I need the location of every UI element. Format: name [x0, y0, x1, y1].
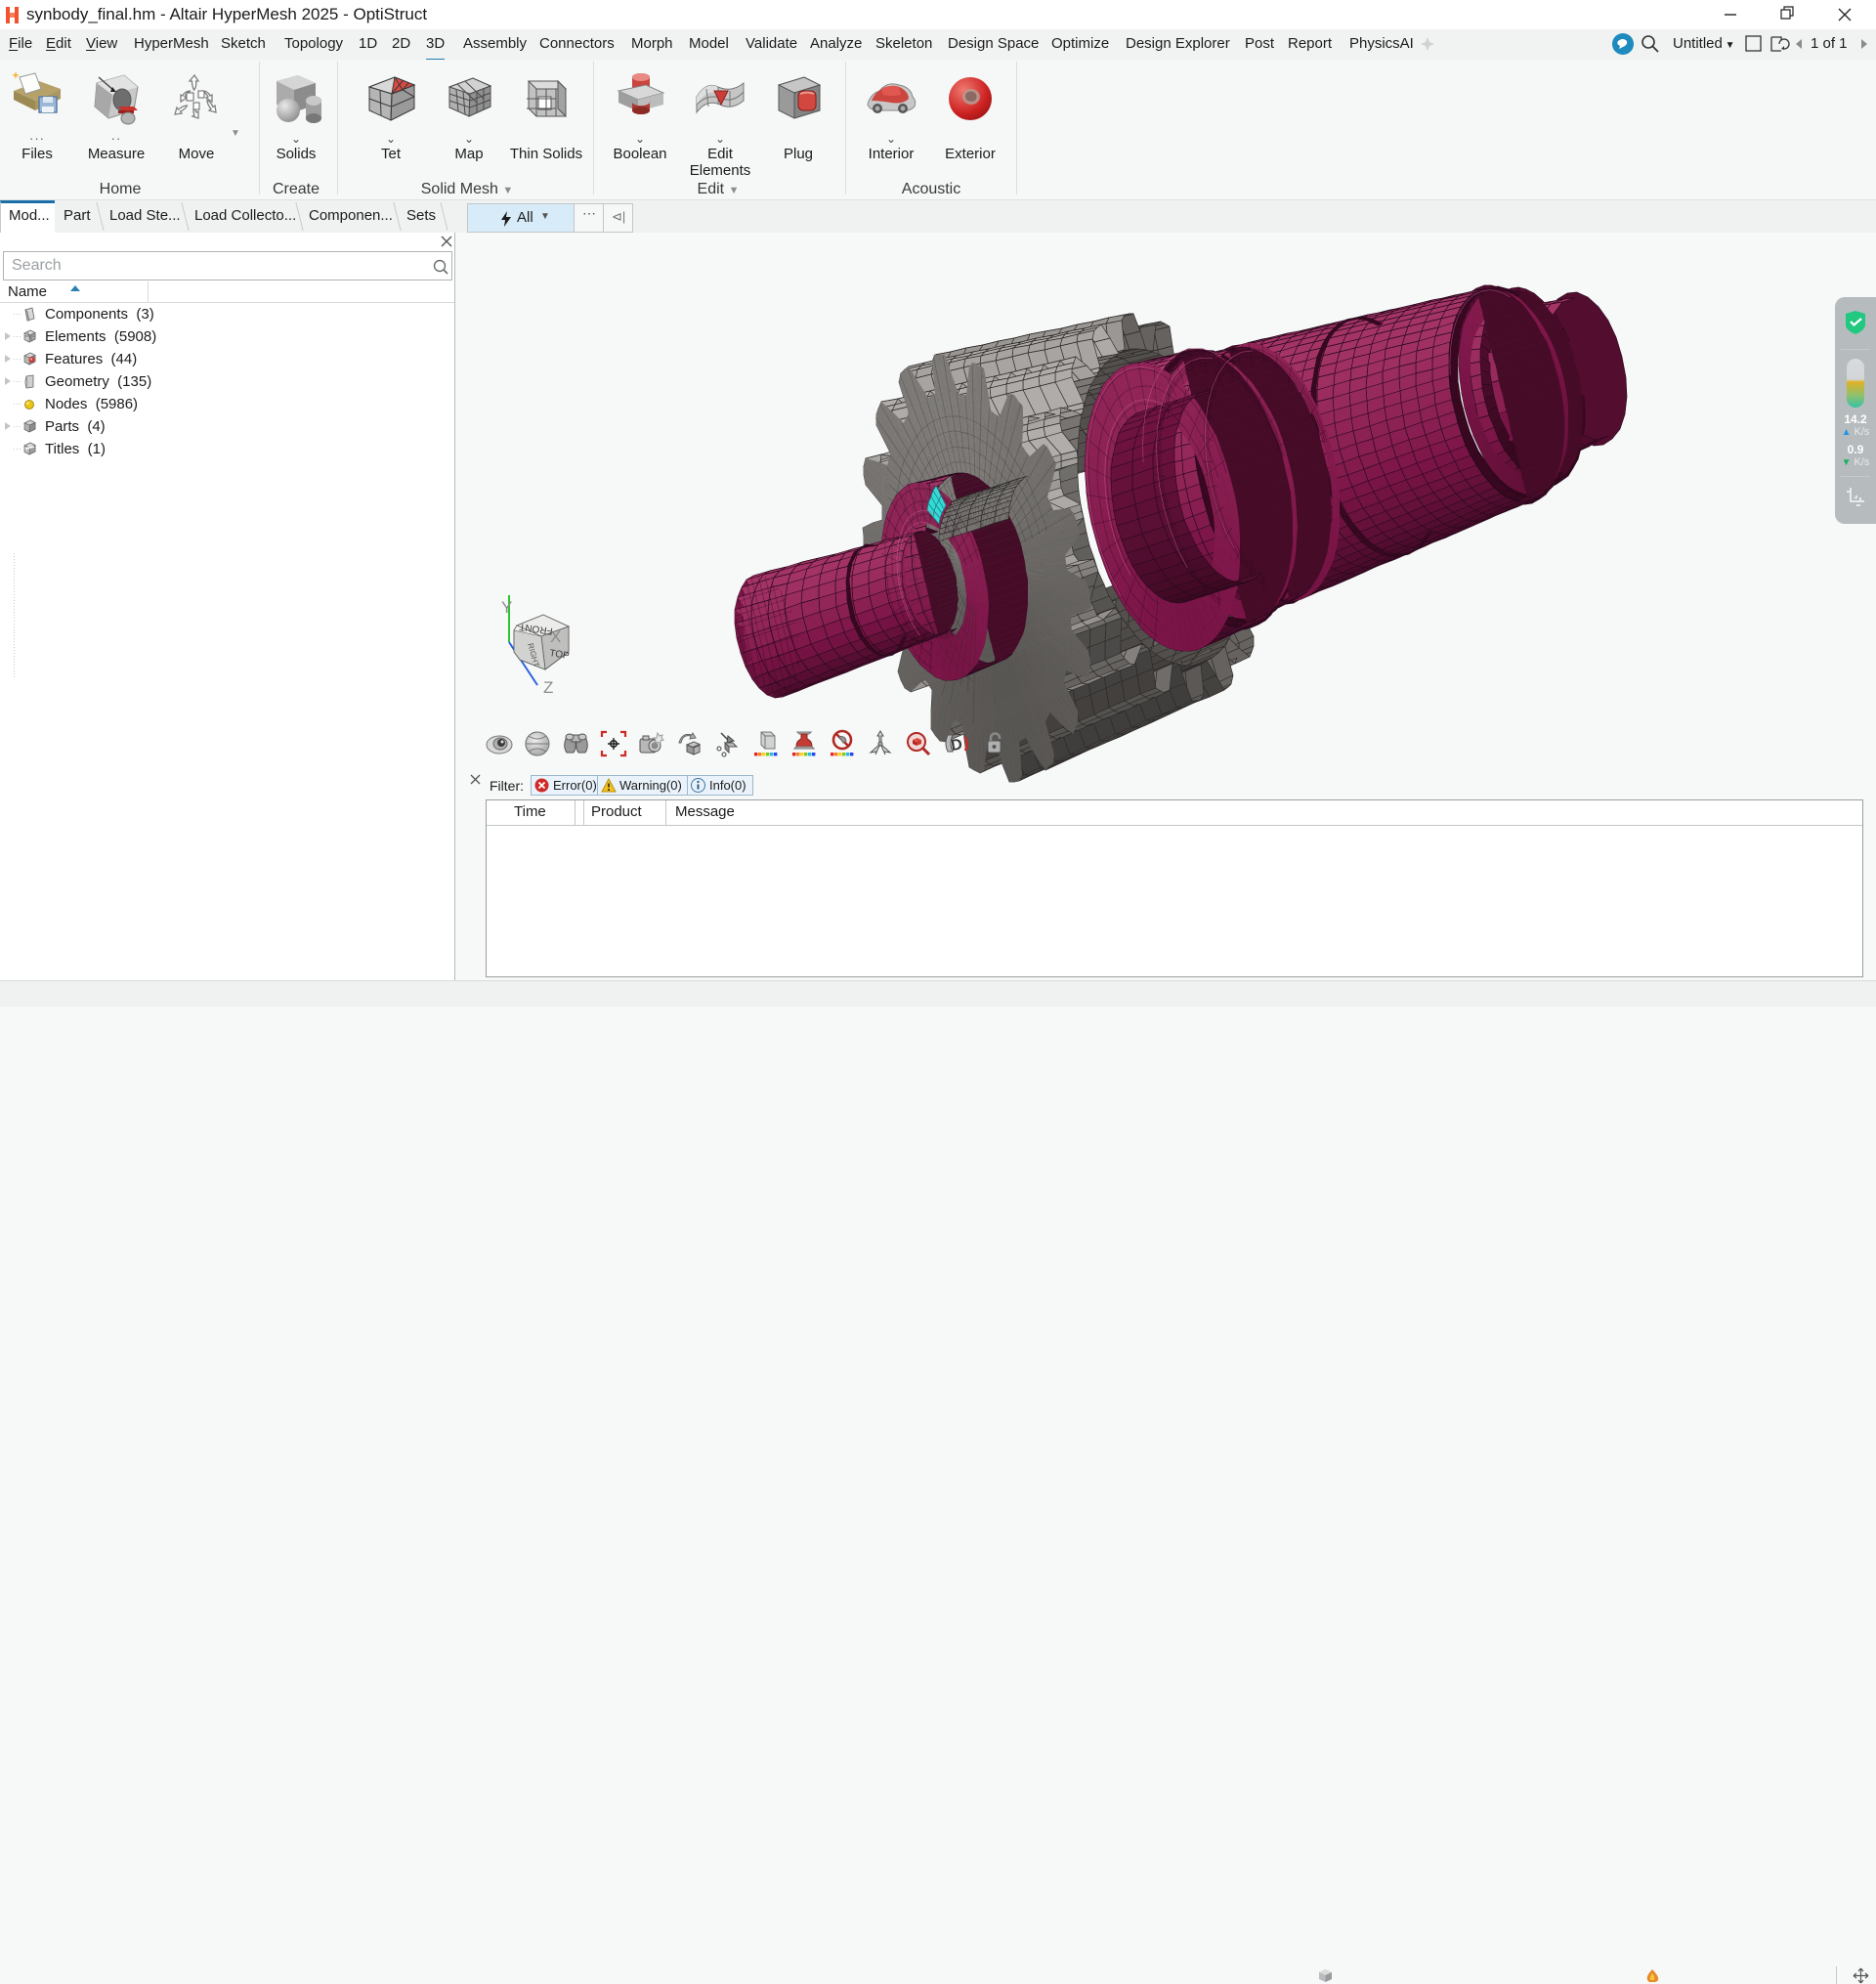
svg-text:D: D: [950, 737, 963, 755]
